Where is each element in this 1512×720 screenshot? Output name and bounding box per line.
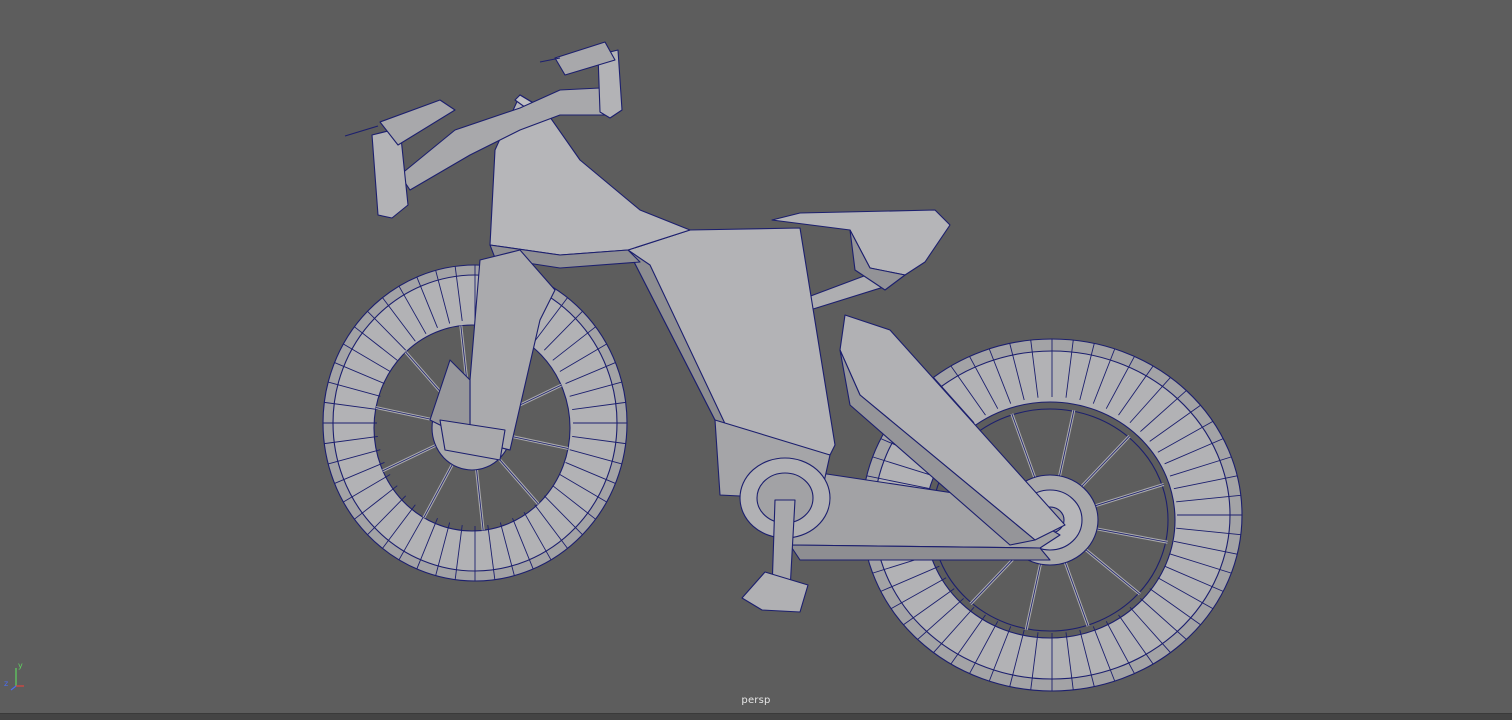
axis-y-label: y bbox=[18, 661, 23, 670]
camera-name-label: persp bbox=[741, 695, 771, 706]
axis-z-label: z bbox=[4, 679, 8, 688]
perspective-viewport[interactable]: y z persp bbox=[0, 0, 1512, 720]
axis-gizmo: y z bbox=[4, 661, 24, 691]
bicycle-model[interactable] bbox=[0, 0, 1512, 719]
